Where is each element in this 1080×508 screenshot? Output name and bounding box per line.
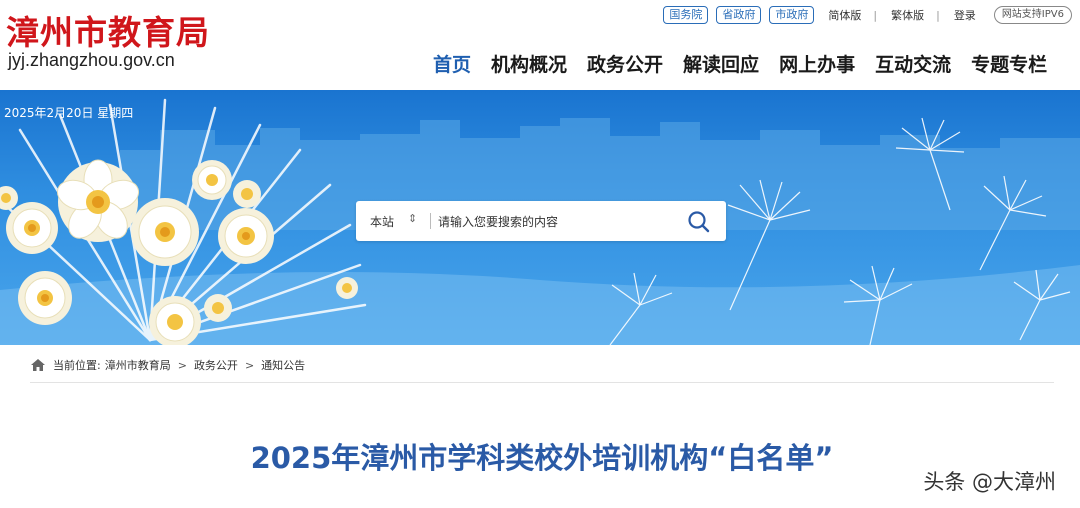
nav-interaction[interactable]: 互动交流 [875, 50, 951, 77]
divider [430, 213, 431, 229]
link-simplified[interactable]: 简体版 [828, 7, 861, 23]
link-traditional[interactable]: 繁体版 [891, 7, 924, 23]
search-scope-select[interactable]: 本站 [370, 213, 394, 230]
nav-open-gov[interactable]: 政务公开 [587, 50, 663, 77]
chevron-right-icon: > [244, 358, 255, 372]
search-icon [688, 211, 710, 233]
nav-interpretation[interactable]: 解读回应 [683, 50, 759, 77]
top-links: 国务院 省政府 市政府 简体版 | 繁体版 | 登录 网站支持IPV6 [655, 6, 1072, 24]
separator: | [873, 8, 878, 22]
breadcrumb-item-open-gov[interactable]: 政务公开 [194, 357, 238, 373]
sort-arrows-icon[interactable]: ⇕ [408, 212, 417, 225]
ipv6-badge: 网站支持IPV6 [993, 6, 1072, 24]
breadcrumb-item-bureau[interactable]: 漳州市教育局 [105, 357, 171, 373]
link-login[interactable]: 登录 [954, 7, 976, 23]
link-province-gov[interactable]: 省政府 [716, 6, 762, 24]
breadcrumb-label: 当前位置: [53, 359, 101, 372]
watermark: 头条 @大漳州 [921, 466, 1058, 496]
link-city-gov[interactable]: 市政府 [769, 6, 815, 24]
nav-topics[interactable]: 专题专栏 [971, 50, 1047, 77]
search-box: 本站 ⇕ [356, 201, 726, 241]
hero-banner: 2025年2月20日 星期四 本站 ⇕ [0, 90, 1080, 345]
main-content: 当前位置: 漳州市教育局 > 政务公开 > 通知公告 2025年漳州市学科类校外… [30, 345, 1054, 508]
breadcrumb-item-notices[interactable]: 通知公告 [261, 357, 305, 373]
site-title[interactable]: 漳州市教育局 [6, 6, 210, 54]
divider [30, 382, 1054, 383]
site-header: 漳州市教育局 jyj.zhangzhou.gov.cn 国务院 省政府 市政府 … [0, 0, 1080, 90]
search-input[interactable] [436, 209, 680, 235]
link-state-council[interactable]: 国务院 [663, 6, 709, 24]
current-date: 2025年2月20日 星期四 [4, 106, 134, 120]
chevron-right-icon: > [177, 358, 187, 372]
main-nav: 首页 机构概况 政务公开 解读回应 网上办事 互动交流 专题专栏 [433, 50, 1067, 77]
site-domain: jyj.zhangzhou.gov.cn [8, 50, 175, 70]
separator: | [936, 8, 940, 22]
search-button[interactable] [686, 209, 712, 235]
article-title: 2025年漳州市学科类校外培训机构“白名单” [250, 441, 834, 475]
nav-online-services[interactable]: 网上办事 [779, 50, 855, 77]
breadcrumb: 当前位置: 漳州市教育局 > 政务公开 > 通知公告 [30, 356, 305, 374]
nav-about[interactable]: 机构概况 [491, 50, 567, 77]
nav-home[interactable]: 首页 [433, 50, 471, 77]
home-icon[interactable] [30, 358, 46, 372]
